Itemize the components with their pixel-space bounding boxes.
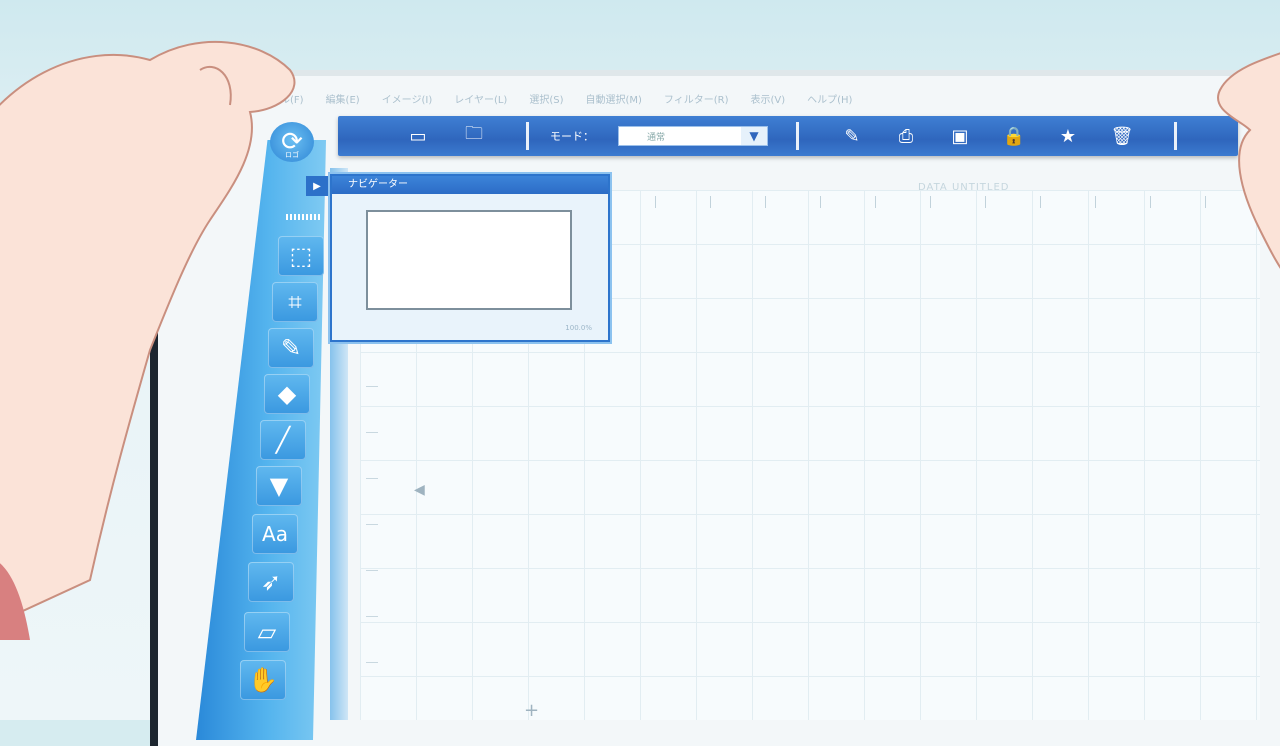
menu-item[interactable]: 編集(E) [326, 91, 360, 106]
delete-button[interactable]: 🗑 [1108, 122, 1136, 150]
lock-button[interactable]: 🔒 [1000, 122, 1028, 150]
menu-bar: ファイル(F) 編集(E) イメージ(I) レイヤー(L) 選択(S) 自動選択… [250, 86, 1230, 110]
window-icon: ▭ [409, 125, 427, 147]
menu-item[interactable]: 表示(V) [750, 91, 785, 106]
navigator-zoom: 100.0% [565, 324, 592, 332]
right-hand-illustration [1217, 52, 1280, 269]
menu-item[interactable]: 自動選択(M) [585, 91, 641, 106]
trash-icon: 🗑 [1110, 125, 1134, 147]
navigator-title: ナビゲーター [332, 176, 608, 194]
document-title: DATA UNTITLED [918, 182, 1010, 193]
menu-item[interactable]: 選択(S) [529, 91, 563, 106]
capture-button[interactable]: ▣ [946, 122, 974, 150]
mode-value: 通常 [647, 132, 666, 143]
horizontal-ruler [600, 196, 1240, 208]
navigator-panel: ナビゲーター 100.0% [330, 174, 610, 342]
print-button[interactable]: ⎙ [892, 122, 920, 150]
new-window-button[interactable]: ▭ [404, 122, 432, 150]
print-icon: ⎙ [898, 125, 914, 147]
open-folder-icon: 🗀 [465, 123, 483, 144]
menu-item[interactable]: フィルター(R) [664, 91, 729, 106]
menu-item[interactable]: レイヤー(L) [454, 91, 507, 106]
star-icon: ★ [1059, 125, 1077, 147]
tool-hand[interactable]: ✋ [240, 660, 286, 700]
hand-tool-icon: ✋ [248, 666, 278, 694]
vertical-ruler [366, 340, 378, 680]
menu-item[interactable]: イメージ(I) [382, 91, 433, 106]
main-toolbar: ▭ 🗀 ✎ ⎙ ▣ 🔒 ★ 🗑 [338, 116, 1238, 156]
toolbar-separator [526, 122, 529, 150]
mode-dropdown[interactable]: 通常 ▼ [618, 126, 768, 146]
mode-label: モード： [550, 130, 594, 143]
toolbar-separator [1174, 122, 1177, 150]
edit-button[interactable]: ✎ [838, 122, 866, 150]
left-hand-illustration [0, 40, 296, 640]
lock-icon: 🔒 [1002, 125, 1026, 147]
menu-item[interactable]: ヘルプ(H) [807, 91, 852, 106]
open-file-button[interactable]: 🗀 [460, 122, 488, 150]
toolbar-separator [796, 122, 799, 150]
edit-icon: ✎ [844, 125, 860, 147]
canvas-crosshair-icon: + [524, 700, 540, 721]
chevron-down-icon[interactable]: ▼ [741, 127, 767, 145]
navigator-preview[interactable] [366, 210, 572, 310]
canvas-marker-icon: ◀ [414, 482, 425, 498]
favorite-button[interactable]: ★ [1054, 122, 1082, 150]
camera-icon: ▣ [951, 125, 969, 147]
